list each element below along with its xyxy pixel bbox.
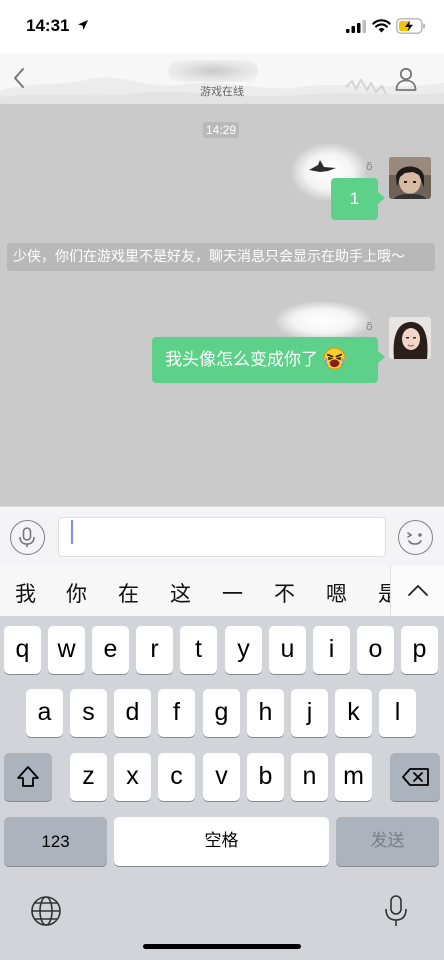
candidate-word[interactable]: 你 (66, 578, 87, 608)
microphone-icon (19, 527, 35, 547)
ime-candidate-bar: 我 你 在 这 一 不 嗯 是 (0, 566, 444, 616)
key[interactable]: d (114, 689, 151, 737)
candidate-word[interactable]: 在 (118, 578, 139, 608)
home-indicator[interactable] (143, 944, 301, 949)
key[interactable]: r (136, 626, 173, 674)
key[interactable]: q (4, 626, 41, 674)
chat-header: 游戏在线 (0, 54, 444, 104)
avatar[interactable] (389, 317, 431, 359)
system-notice: 少侠，你们在游戏里不是好友，聊天消息只会显示在助手上哦～ (7, 243, 435, 271)
key[interactable]: l (379, 689, 416, 737)
emoji-button[interactable] (398, 520, 433, 555)
message-text: 1 (349, 189, 360, 208)
key[interactable]: f (158, 689, 195, 737)
key[interactable]: w (48, 626, 85, 674)
candidate-word[interactable]: 我 (15, 578, 36, 608)
key[interactable]: s (70, 689, 107, 737)
message-bubble[interactable]: 我头像怎么变成你了 (152, 337, 385, 383)
key[interactable]: a (26, 689, 63, 737)
candidate-word[interactable]: 不 (274, 578, 295, 608)
chat-area[interactable]: 14:29 δ 1 少侠，你们在游戏里不是好友，聊天消息只会显示在助手上哦～ δ (0, 104, 444, 506)
message-status-mark: δ (366, 320, 373, 333)
candidate-word[interactable]: 嗯 (326, 578, 347, 608)
status-bar: 14:31 (0, 0, 444, 54)
location-arrow-icon (78, 20, 88, 30)
key[interactable]: j (291, 689, 328, 737)
candidate-word[interactable]: 一 (222, 578, 243, 608)
key[interactable]: o (357, 626, 394, 674)
dictation-microphone-icon[interactable] (384, 894, 408, 928)
delete-key[interactable] (390, 753, 440, 801)
key[interactable]: h (247, 689, 284, 737)
message-bubble[interactable]: 1 (331, 178, 385, 220)
globe-icon[interactable] (29, 894, 63, 928)
keyboard: q w e r t y u i o p a s d f g h j k l z … (0, 616, 444, 960)
voice-input-button[interactable] (10, 520, 45, 555)
obscured-sender-name (276, 302, 370, 340)
space-key[interactable]: 空格 (114, 817, 329, 866)
key[interactable]: z (70, 753, 107, 801)
key[interactable]: p (401, 626, 438, 674)
message-text: 我头像怎么变成你了 (165, 350, 318, 370)
wink-face-icon (407, 532, 422, 545)
key[interactable]: e (92, 626, 129, 674)
status-time: 14:31 (26, 16, 70, 35)
key[interactable]: v (203, 753, 240, 801)
message-input-bar (0, 506, 444, 566)
send-key[interactable]: 发送 (336, 817, 439, 866)
key[interactable]: b (247, 753, 284, 801)
text-caret (71, 520, 73, 544)
numbers-key[interactable]: 123 (4, 817, 107, 866)
key[interactable]: m (335, 753, 372, 801)
shift-arrow-icon (17, 766, 39, 787)
profile-icon[interactable] (394, 66, 418, 92)
wifi-icon (372, 19, 391, 33)
candidate-word[interactable]: 这 (170, 578, 191, 608)
message-timestamp: 14:29 (203, 122, 240, 138)
chevron-up-icon (408, 584, 428, 596)
avatar[interactable] (389, 157, 431, 199)
cellular-signal-icon (346, 20, 366, 33)
message-text-field[interactable] (58, 517, 386, 557)
key[interactable]: n (291, 753, 328, 801)
key[interactable]: c (158, 753, 195, 801)
key[interactable]: u (269, 626, 306, 674)
backspace-icon (402, 768, 429, 786)
key[interactable]: k (335, 689, 372, 737)
key[interactable]: i (313, 626, 350, 674)
battery-charging-icon (396, 18, 425, 34)
obscured-contact-name (168, 60, 258, 82)
collapse-candidates-button[interactable] (390, 566, 444, 616)
key[interactable]: g (203, 689, 240, 737)
key[interactable]: t (180, 626, 217, 674)
key[interactable]: y (225, 626, 262, 674)
shift-key[interactable] (4, 753, 52, 801)
message-status-mark: δ (366, 160, 373, 173)
key[interactable]: x (114, 753, 151, 801)
crying-face-emoji-icon (323, 347, 346, 370)
online-status-label: 游戏在线 (200, 85, 244, 98)
ink-mark-decoration (309, 160, 336, 172)
